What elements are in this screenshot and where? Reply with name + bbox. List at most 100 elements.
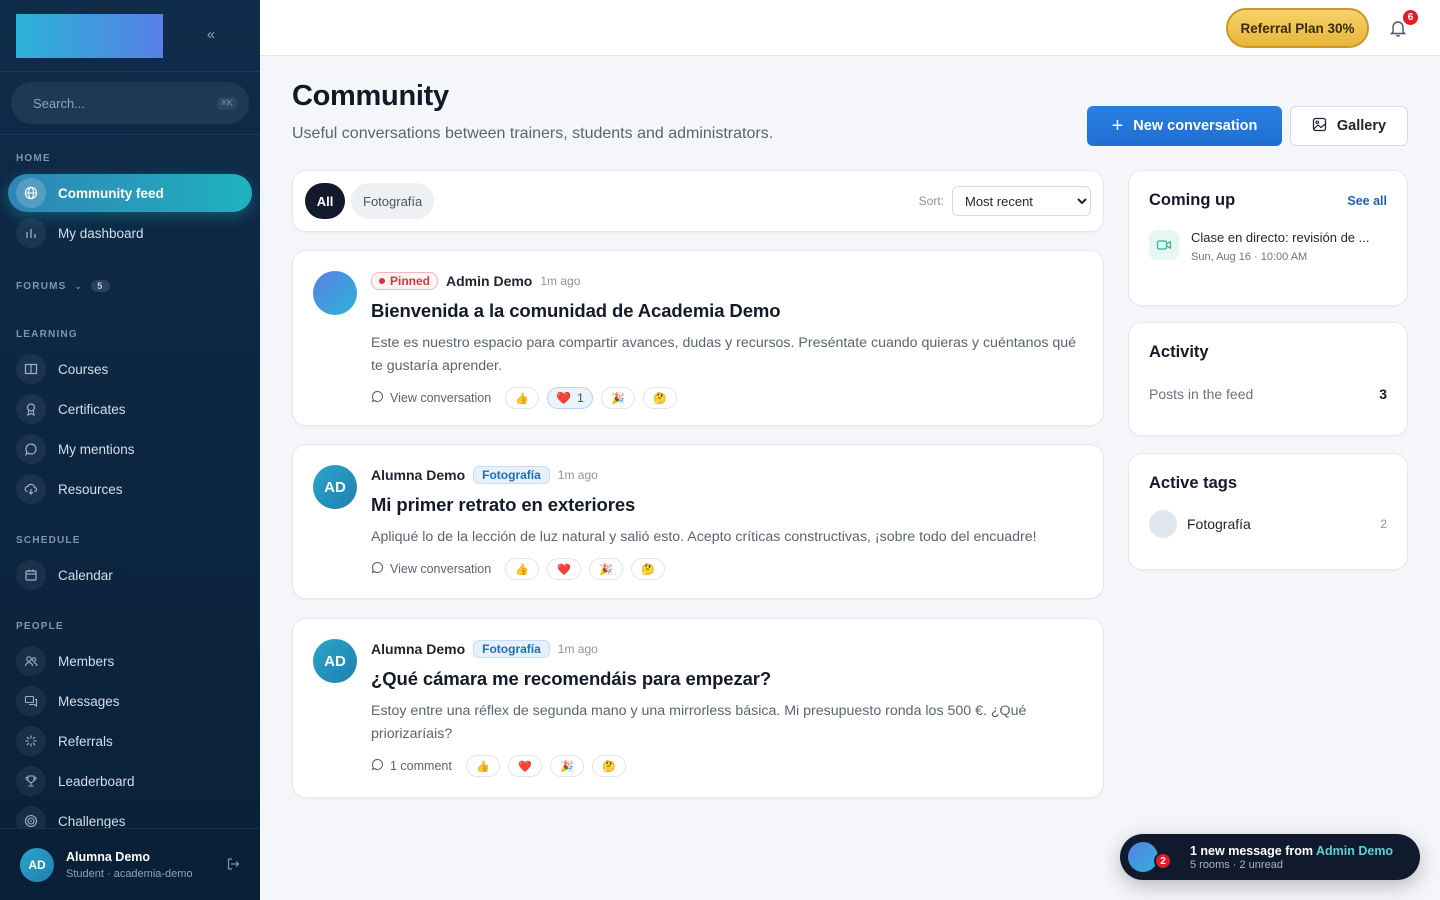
sidebar-item-my-dashboard[interactable]: My dashboard: [8, 214, 252, 252]
posts-in-feed-label: Posts in the feed: [1149, 386, 1254, 402]
reaction-thumbs-up[interactable]: 👍: [465, 755, 500, 777]
new-conversation-button[interactable]: + New conversation: [1087, 106, 1282, 146]
sidebar-item-label: Members: [58, 653, 115, 669]
coming-up-card: Coming up See all Clase en directo: revi…: [1128, 170, 1408, 306]
reaction-thinking[interactable]: 🤔: [631, 558, 666, 580]
comment-icon: [371, 390, 384, 406]
post-card[interactable]: Pinned Admin Demo 1m ago Bienvenida a la…: [292, 250, 1104, 426]
post-body: Estoy entre una réflex de segunda mano y…: [371, 703, 1027, 742]
tag-avatar: [1149, 510, 1177, 538]
sidebar-item-messages[interactable]: Messages: [8, 682, 252, 720]
sidebar-item-leaderboard[interactable]: Leaderboard: [8, 762, 252, 800]
book-icon: [16, 354, 46, 384]
new-conversation-label: New conversation: [1133, 118, 1258, 134]
post-card[interactable]: AD Alumna Demo Fotografía 1m ago ¿Qué cá…: [292, 618, 1104, 798]
reaction-thinking[interactable]: 🤔: [591, 755, 626, 777]
sidebar-item-label: Referrals: [58, 733, 113, 749]
unread-badge: 2: [1154, 852, 1172, 870]
see-all-link[interactable]: See all: [1347, 194, 1387, 208]
post-author[interactable]: Alumna Demo: [371, 641, 465, 657]
search-box[interactable]: ⌘K: [11, 82, 249, 124]
user-role: Student · academia-demo: [66, 867, 193, 880]
page-title: Community: [292, 80, 449, 112]
active-tags-card: Active tags Fotografía 2: [1128, 453, 1408, 570]
coming-up-header: Coming up See all: [1149, 191, 1387, 210]
sort-control: Sort: Most recent: [919, 186, 1091, 216]
avatar: 2: [1128, 842, 1172, 872]
sidebar-item-my-mentions[interactable]: My mentions: [8, 430, 252, 468]
reaction-thumbs-up[interactable]: 👍: [505, 387, 540, 409]
sidebar-item-resources[interactable]: Resources: [8, 470, 252, 508]
reaction-heart[interactable]: ❤️: [547, 558, 582, 580]
post-title[interactable]: Bienvenida a la comunidad de Academia De…: [371, 300, 1083, 322]
reaction-heart[interactable]: ❤️: [507, 755, 542, 777]
messages-icon: [16, 686, 46, 716]
section-people: PEOPLE: [16, 620, 64, 632]
brand-logo[interactable]: [16, 13, 163, 58]
sidebar-item-label: My mentions: [58, 441, 135, 457]
section-schedule: SCHEDULE: [16, 534, 81, 546]
activity-card: Activity Posts in the feed 3: [1128, 322, 1408, 436]
sidebar-user[interactable]: AD Alumna Demo Student · academia-demo: [0, 828, 260, 900]
sidebar-item-members[interactable]: Members: [8, 642, 252, 680]
tag-name: Fotografía: [1187, 516, 1251, 532]
view-conversation-label: View conversation: [390, 562, 492, 576]
event-item[interactable]: Clase en directo: revisión de ... Sun, A…: [1149, 230, 1387, 263]
toast-prefix: 1 new message from: [1190, 843, 1313, 858]
reaction-party[interactable]: 🎉: [600, 387, 635, 409]
post-body: Este es nuestro espacio para compartir a…: [371, 335, 1077, 374]
post-tag[interactable]: Fotografía: [473, 466, 550, 484]
post-title[interactable]: ¿Qué cámara me recomendáis para empezar?: [371, 668, 1083, 690]
reaction-thinking[interactable]: 🤔: [642, 387, 677, 409]
avatar: AD: [313, 639, 357, 683]
view-conversation-link[interactable]: View conversation: [371, 390, 491, 406]
search-shortcut: ⌘K: [217, 96, 238, 110]
referral-plan-button[interactable]: Referral Plan 30%: [1226, 8, 1369, 48]
view-conversation-link[interactable]: View conversation: [371, 561, 491, 577]
users-icon: [16, 646, 46, 676]
post-meta: Alumna Demo Fotografía 1m ago: [371, 465, 1083, 485]
post-time: 1m ago: [540, 274, 581, 288]
post-card[interactable]: AD Alumna Demo Fotografía 1m ago Mi prim…: [292, 444, 1104, 599]
sidebar-item-calendar[interactable]: Calendar: [8, 556, 252, 594]
view-conversation-label: View conversation: [390, 391, 492, 405]
collapse-sidebar-icon[interactable]: «: [200, 24, 222, 46]
section-learning: LEARNING: [16, 328, 78, 340]
sidebar-item-community-feed[interactable]: Community feed: [8, 174, 252, 212]
heart-icon: ❤️: [556, 391, 572, 405]
sidebar-item-referrals[interactable]: Referrals: [8, 722, 252, 760]
sidebar-item-label: Messages: [58, 693, 120, 709]
section-forums[interactable]: FORUMS ⌄ 5: [0, 276, 260, 296]
sidebar-item-courses[interactable]: Courses: [8, 350, 252, 388]
post-actions: 1 comment 👍 ❤️ 🎉 🤔: [371, 755, 1083, 777]
post-meta: Alumna Demo Fotografía 1m ago: [371, 639, 1083, 659]
sidebar-item-label: Resources: [58, 481, 123, 497]
message-toast[interactable]: 2 1 new message from Admin Demo 5 rooms …: [1120, 834, 1420, 880]
event-title: Clase en directo: revisión de ...: [1191, 230, 1370, 245]
filter-chip-fotografia[interactable]: Fotografía: [351, 183, 435, 219]
reaction-heart[interactable]: ❤️ 1: [547, 387, 593, 409]
tag-row-fotografia[interactable]: Fotografía 2: [1149, 510, 1387, 538]
activity-title: Activity: [1149, 343, 1209, 361]
filter-chip-all[interactable]: All: [305, 183, 345, 219]
comment-icon: [371, 758, 384, 774]
sidebar-item-certificates[interactable]: Certificates: [8, 390, 252, 428]
post-tag[interactable]: Fotografía: [473, 640, 550, 658]
sidebar-item-label: Community feed: [58, 185, 164, 201]
forums-count-badge: 5: [91, 280, 110, 292]
sidebar-item-label: Certificates: [58, 401, 126, 417]
event-date: Sun, Aug 16 · 10:00 AM: [1191, 251, 1308, 263]
search-input[interactable]: [33, 95, 209, 111]
logout-icon[interactable]: [226, 857, 240, 876]
post-title[interactable]: Mi primer retrato en exteriores: [371, 494, 1083, 516]
reaction-party[interactable]: 🎉: [549, 755, 584, 777]
sort-select[interactable]: Most recent: [952, 186, 1091, 216]
gallery-button[interactable]: Gallery: [1290, 106, 1408, 146]
comments-link[interactable]: 1 comment: [371, 758, 452, 774]
pinned-label: Pinned: [390, 274, 431, 288]
reaction-thumbs-up[interactable]: 👍: [505, 558, 540, 580]
active-tags-title: Active tags: [1149, 474, 1238, 492]
post-author[interactable]: Admin Demo: [446, 273, 532, 289]
reaction-party[interactable]: 🎉: [589, 558, 624, 580]
post-author[interactable]: Alumna Demo: [371, 467, 465, 483]
